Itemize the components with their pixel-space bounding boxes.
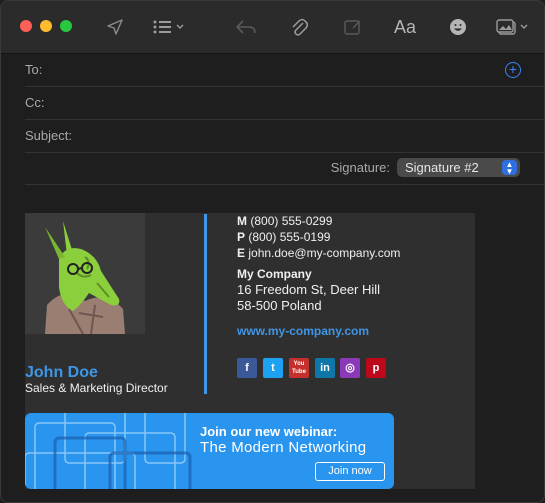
website-link[interactable]: www.my-company.com [237, 324, 369, 338]
send-icon[interactable] [103, 15, 127, 39]
signature-select-value: Signature #2 [405, 160, 479, 175]
twitter-icon[interactable]: t [263, 358, 283, 378]
add-contact-icon[interactable]: + [505, 62, 521, 78]
mobile-number: (800) 555-0299 [250, 214, 333, 228]
subject-label: Subject: [25, 128, 72, 143]
select-arrows-icon: ▲ ▼ [502, 160, 517, 176]
youtube-icon[interactable]: You Tube [289, 358, 309, 378]
signature-row: Signature: Signature #2 ▲ ▼ [25, 152, 544, 185]
webinar-banner[interactable]: Join our new webinar: The Modern Network… [25, 413, 394, 489]
minimize-window-button[interactable] [40, 20, 52, 32]
toolbar: Aa [1, 1, 544, 54]
zoom-window-button[interactable] [60, 20, 72, 32]
facebook-icon[interactable]: f [237, 358, 257, 378]
mail-compose-window: Aa To: + Cc: Subject: Signature: Signatu… [0, 0, 545, 503]
profile-photo [25, 213, 145, 334]
email-signature: John Doe Sales & Marketing Director M (8… [25, 213, 475, 489]
linkedin-icon[interactable]: in [315, 358, 335, 378]
join-now-button[interactable]: Join now [315, 462, 385, 481]
mobile-prefix: M [237, 214, 247, 228]
photo-browser-icon[interactable] [495, 15, 531, 39]
markup-icon[interactable] [341, 15, 365, 39]
reply-icon[interactable] [234, 15, 258, 39]
signature-label: Signature: [330, 160, 390, 175]
address-line1: 16 Freedom St, Deer Hill [237, 282, 381, 297]
signature-select[interactable]: Signature #2 ▲ ▼ [397, 158, 520, 177]
banner-title: Join our new webinar: [200, 424, 338, 439]
cc-field[interactable]: Cc: [25, 86, 544, 120]
email-address[interactable]: john.doe@my-company.com [248, 246, 400, 260]
format-text-button[interactable]: Aa [391, 15, 419, 39]
signature-divider [204, 214, 207, 394]
company-name: My Company [237, 267, 312, 281]
phone-prefix: P [237, 230, 246, 244]
signature-role: Sales & Marketing Director [25, 381, 168, 395]
to-field[interactable]: To: + [25, 53, 544, 87]
banner-subtitle: The Modern Networking [200, 439, 367, 456]
subject-field[interactable]: Subject: [25, 119, 544, 153]
phone-number: (800) 555-0199 [248, 230, 331, 244]
to-label: To: [25, 62, 43, 77]
close-window-button[interactable] [20, 20, 32, 32]
attachment-icon[interactable] [288, 15, 310, 39]
pinterest-icon[interactable]: p [366, 358, 386, 378]
email-prefix: E [237, 246, 246, 260]
signature-name: John Doe [25, 364, 98, 381]
cc-label: Cc: [25, 95, 45, 110]
mobile-line: M (800) 555-0299 [237, 214, 332, 228]
list-format-icon[interactable] [151, 15, 187, 39]
phone-line: P (800) 555-0199 [237, 230, 330, 244]
emoji-icon[interactable] [447, 15, 469, 39]
email-line: E john.doe@my-company.com [237, 246, 400, 260]
address-line2: 58-500 Poland [237, 298, 322, 313]
instagram-icon[interactable]: ◎ [340, 358, 360, 378]
